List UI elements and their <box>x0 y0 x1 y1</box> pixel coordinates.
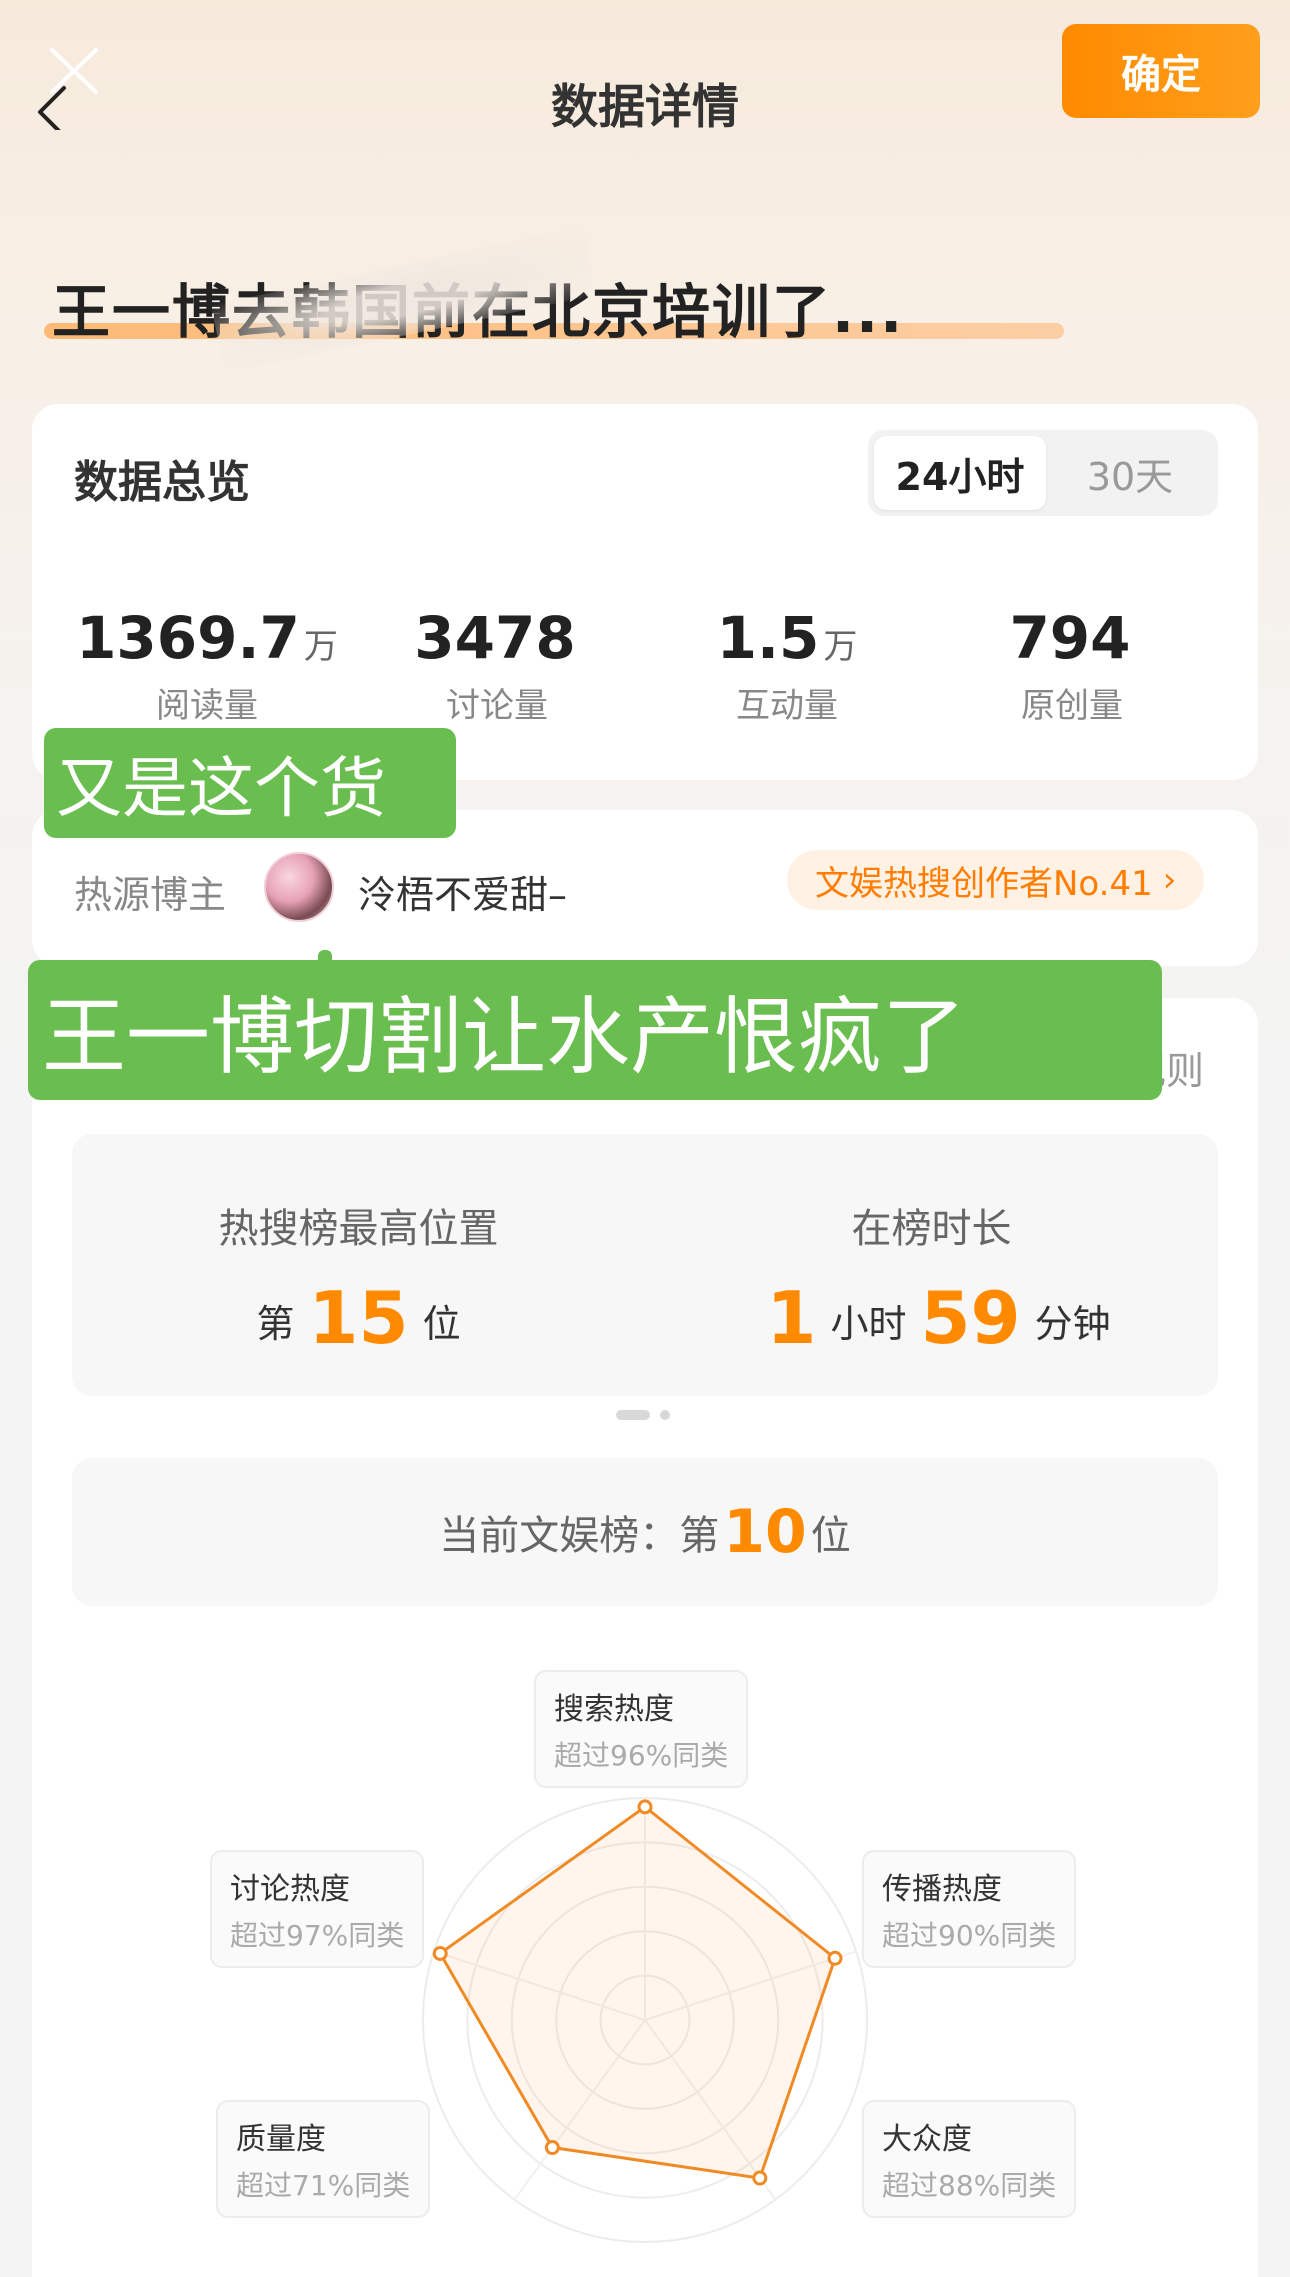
peak-position: 热搜榜最高位置 第 15 位 <box>72 1196 645 1360</box>
creator-rank-badge[interactable]: 文娱热搜创作者No.41 › <box>787 850 1205 910</box>
duration-minutes: 59 <box>920 1276 1021 1360</box>
radar-label-name: 质量度 <box>236 2122 326 2157</box>
duration-hours-unit: 小时 <box>830 1302 907 1346</box>
topic-title-block: 王一博去韩国前在北京培训了... <box>44 226 1064 374</box>
radar-label-discussion: 讨论热度 超过97%同类 <box>210 1850 425 1968</box>
peak-prefix: 第 <box>256 1302 295 1346</box>
radar-label-popularity: 大众度 超过88%同类 <box>862 2100 1077 2218</box>
stat-label: 讨论量 <box>446 686 548 726</box>
radar-label-name: 传播热度 <box>882 1872 1002 1907</box>
radar-label-sub: 超过71%同类 <box>236 2169 411 2202</box>
stat-value: 1369.7 <box>76 604 300 672</box>
stat-interactions: 1.5 万 互动量 <box>642 604 932 727</box>
duration-minutes-unit: 分钟 <box>1034 1302 1111 1346</box>
pager-dot <box>660 1410 670 1420</box>
radar-label-sub: 超过97%同类 <box>230 1919 405 1952</box>
blogger-username[interactable]: 泠梧不爱甜– <box>358 864 567 919</box>
stat-unit: 万 <box>303 627 338 667</box>
radar-label-sub: 超过88%同类 <box>882 2169 1057 2202</box>
stat-reads: 1369.7 万 阅读量 <box>62 604 352 727</box>
rank-badge-text: 文娱热搜创作者No.41 <box>815 863 1153 904</box>
tab-30d[interactable]: 30天 <box>1044 436 1216 510</box>
radar-point-3 <box>752 2170 768 2186</box>
chevron-right-icon: › <box>1162 860 1177 900</box>
radar-point-5 <box>432 1945 448 1961</box>
stat-value: 794 <box>1009 604 1131 672</box>
time-range-toggle: 24小时 30天 <box>868 430 1218 516</box>
radar-label-search: 搜索热度 超过96%同类 <box>534 1670 749 1788</box>
radar-label-sub: 超过90%同类 <box>882 1919 1057 1952</box>
overview-card: 数据总览 24小时 30天 1369.7 万 阅读量 3478 讨论量 1.5 万 … <box>32 404 1258 780</box>
radar-chart: 搜索热度 超过96%同类 传播热度 超过90%同类 大众度 超过88%同类 质量… <box>0 1640 1290 2277</box>
duration-title: 在榜时长 <box>851 1206 1012 1252</box>
current-entertainment-rank: 当前文娱榜：第 10 位 <box>72 1458 1218 1606</box>
radar-point-2 <box>827 1950 843 1966</box>
avatar[interactable] <box>264 852 334 922</box>
radar-label-name: 搜索热度 <box>554 1692 674 1727</box>
peak-title: 热搜榜最高位置 <box>218 1206 499 1252</box>
stat-label: 原创量 <box>1021 686 1123 726</box>
tab-24h[interactable]: 24小时 <box>874 436 1046 510</box>
source-label: 热源博主 <box>74 873 227 917</box>
stat-originals: 794 原创量 <box>927 604 1217 727</box>
overview-heading: 数据总览 <box>74 457 250 508</box>
stat-label: 阅读量 <box>156 686 258 726</box>
current-rank-value: 10 <box>723 1497 807 1567</box>
data-detail-page: 数据详情 确定 王一博去韩国前在北京培训了... 数据总览 24小时 30天 1… <box>0 0 1290 2277</box>
radar-point-1 <box>637 1799 653 1815</box>
current-rank-label: 当前文娱榜：第 <box>439 1513 720 1559</box>
peak-value: 15 <box>308 1276 409 1360</box>
on-list-duration: 在榜时长 1 小时 59 分钟 <box>645 1196 1218 1360</box>
current-rank-suffix: 位 <box>810 1513 851 1559</box>
stat-unit: 万 <box>823 627 858 667</box>
caption-sticker-top: 又是这个货 <box>44 728 456 838</box>
stat-label: 互动量 <box>736 686 838 726</box>
radar-point-4 <box>544 2140 560 2156</box>
radar-label-sub: 超过96%同类 <box>554 1739 729 1772</box>
caption-sticker-main: 王一博切割让水产恨疯了 <box>28 960 1162 1100</box>
duration-hours: 1 <box>766 1276 817 1360</box>
peak-suffix: 位 <box>422 1302 461 1346</box>
stat-value: 1.5 <box>716 604 820 672</box>
radar-label-name: 讨论热度 <box>230 1872 350 1907</box>
hot-search-summary: 热搜榜最高位置 第 15 位 在榜时长 1 小时 59 分钟 <box>72 1134 1218 1396</box>
radar-label-spread: 传播热度 超过90%同类 <box>862 1850 1077 1968</box>
stat-discussions: 3478 讨论量 <box>352 604 642 727</box>
radar-label-name: 大众度 <box>882 2122 972 2157</box>
stat-value: 3478 <box>414 604 576 672</box>
redaction-scribble <box>210 226 598 374</box>
radar-label-quality: 质量度 超过71%同类 <box>216 2100 431 2218</box>
confirm-button[interactable]: 确定 <box>1062 24 1260 118</box>
pager-dot-active <box>616 1410 650 1420</box>
